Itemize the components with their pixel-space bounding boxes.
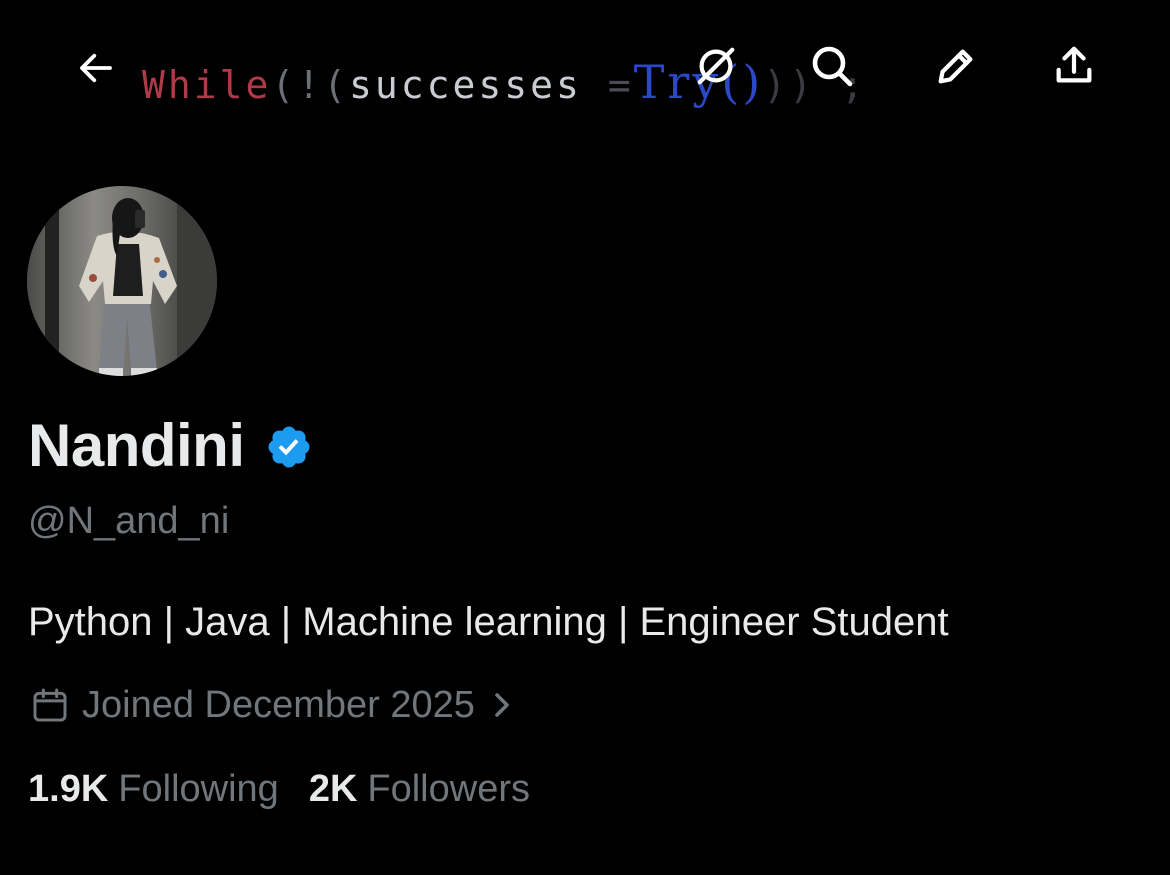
display-name-row: Nandini	[28, 412, 313, 480]
banner-code-keyword: While	[142, 63, 272, 107]
banner-code-ident: successes	[349, 63, 582, 107]
edit-button[interactable]	[932, 42, 980, 90]
display-name: Nandini	[28, 412, 245, 479]
slashed-circle-icon	[697, 47, 735, 85]
chevron-right-icon	[489, 689, 513, 721]
verified-badge-icon[interactable]	[265, 423, 313, 471]
follow-stats: 1.9K Following 2K Followers	[28, 766, 560, 812]
following-link[interactable]: 1.9K Following	[28, 766, 279, 812]
profile-banner[interactable]: While(!(successes =Try())) ;	[0, 0, 1170, 175]
banner-code-open: (!(	[271, 63, 350, 107]
joined-date-text: Joined December 2025	[82, 684, 475, 726]
search-icon	[812, 46, 853, 87]
banner-code-text: While(!(successes =Try())) ;	[142, 58, 867, 109]
grok-button[interactable]	[692, 42, 740, 90]
calendar-icon	[30, 685, 70, 725]
following-label: Following	[118, 768, 279, 810]
search-button[interactable]	[808, 42, 856, 90]
banner-code-close: )	[763, 63, 790, 107]
followers-count: 2K	[308, 768, 358, 810]
share-upload-icon	[1056, 46, 1092, 83]
share-button[interactable]	[1050, 42, 1098, 90]
joined-date-row[interactable]: Joined December 2025	[30, 682, 513, 728]
arrow-left-icon	[80, 53, 112, 83]
avatar[interactable]	[27, 186, 217, 376]
followers-label: Followers	[367, 768, 530, 810]
profile-bio: Python | Java | Machine learning | Engin…	[28, 600, 949, 644]
followers-link[interactable]: 2K Followers	[309, 766, 530, 812]
following-count: 1.9K	[28, 768, 109, 810]
user-handle: @N_and_ni	[28, 500, 230, 542]
banner-code-op: =	[581, 63, 634, 107]
avatar-photo	[27, 186, 217, 376]
pencil-icon	[938, 49, 973, 84]
back-button[interactable]	[72, 44, 120, 92]
